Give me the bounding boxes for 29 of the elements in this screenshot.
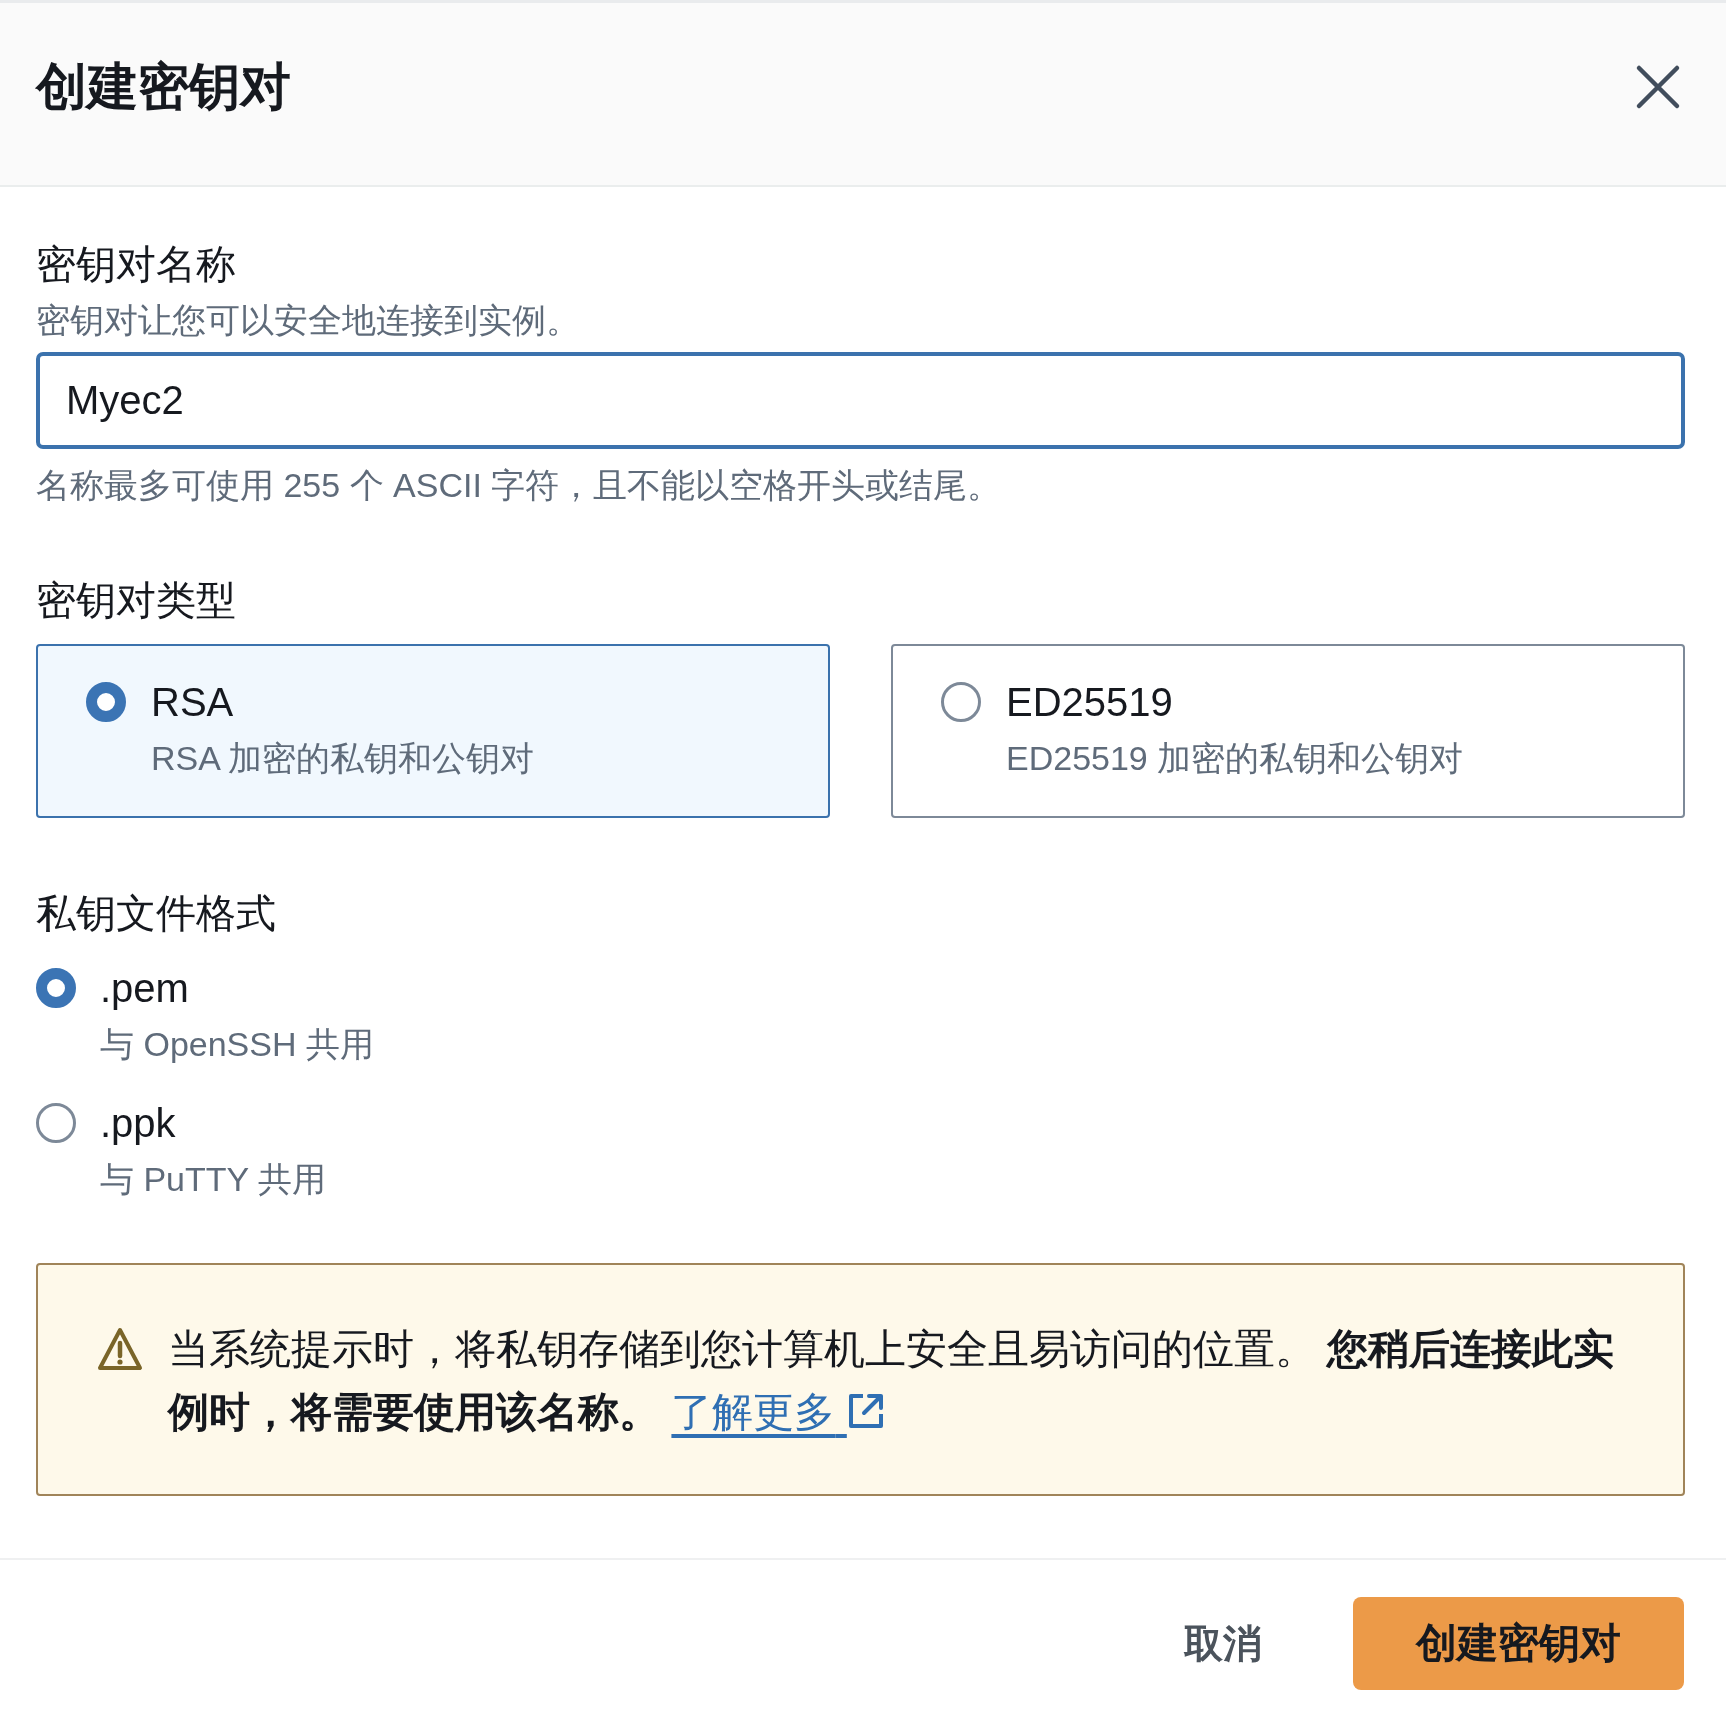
close-button[interactable] <box>1635 64 1681 110</box>
field-label: 密钥对名称 <box>36 241 237 288</box>
radio-button[interactable] <box>36 968 76 1008</box>
field-constraint-text: 名称最多可使用 255 个 ASCII 字符，且不能以空格开头或结尾。 <box>36 465 1003 506</box>
field-label: 密钥对类型 <box>36 577 237 624</box>
cancel-button[interactable]: 取消 <box>1164 1597 1282 1690</box>
radio-button[interactable] <box>86 682 126 722</box>
option-label: RSA <box>151 679 235 726</box>
dialog-title: 创建密钥对 <box>36 57 291 117</box>
option-description: 与 OpenSSH 共用 <box>100 1024 374 1065</box>
learn-more-link[interactable]: 了解更多 <box>671 1389 885 1435</box>
option-description: ED25519 加密的私钥和公钥对 <box>1006 738 1464 779</box>
field-description: 密钥对让您可以安全地连接到实例。 <box>36 300 581 341</box>
option-label: .pem <box>100 965 190 1012</box>
warning-icon <box>97 1327 143 1371</box>
option-description: RSA 加密的私钥和公钥对 <box>151 738 535 779</box>
option-description: 与 PuTTY 共用 <box>100 1159 327 1200</box>
external-link-icon <box>846 1392 885 1430</box>
key-type-card[interactable]: ED25519 ED25519 加密的私钥和公钥对 <box>891 644 1685 818</box>
close-icon <box>1635 64 1681 110</box>
key-name-input[interactable]: Myec2 <box>36 352 1685 449</box>
radio-button[interactable] <box>36 1103 76 1143</box>
key-type-card[interactable]: RSA RSA 加密的私钥和公钥对 <box>36 644 830 818</box>
option-label: .ppk <box>100 1100 177 1147</box>
warning-message: 当系统提示时，将私钥存储到您计算机上安全且易访问的位置。 您稍后连接此实例时，将需要使用该名称。 了解更多 <box>168 1325 1616 1437</box>
radio-button[interactable] <box>941 682 981 722</box>
create-key-pair-button[interactable]: 创建密钥对 <box>1353 1597 1684 1690</box>
option-label: ED25519 <box>1006 679 1174 726</box>
field-label: 私钥文件格式 <box>36 890 277 937</box>
